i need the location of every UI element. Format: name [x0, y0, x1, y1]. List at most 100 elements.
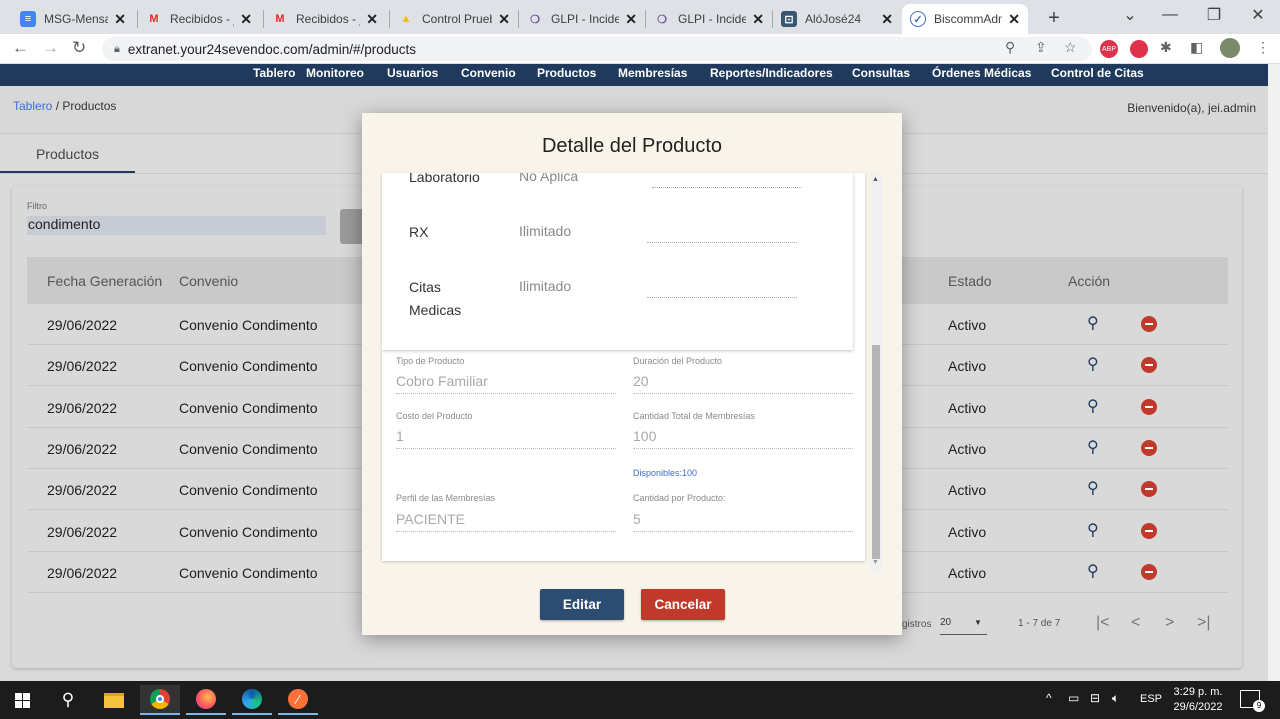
cancel-button[interactable]: Cancelar	[641, 589, 725, 620]
filter-input[interactable]: condimento	[27, 216, 326, 235]
nav-membresias[interactable]: Membresías	[618, 66, 687, 80]
close-icon[interactable]: ✕	[752, 11, 764, 28]
next-page-icon[interactable]: >	[1165, 614, 1174, 632]
nav-usuarios[interactable]: Usuarios	[387, 66, 438, 80]
bookmark-star-icon[interactable]: ☆	[1064, 39, 1077, 56]
app-icon[interactable]: ⁄	[278, 685, 318, 715]
nav-reportes[interactable]: Reportes/Indicadores	[710, 66, 833, 80]
battery-icon[interactable]: ▭	[1068, 691, 1079, 705]
zoom-icon[interactable]: ⚲	[1005, 39, 1015, 56]
browser-tab[interactable]: ▲ Control Prueb ✕	[390, 4, 518, 34]
windows-start-icon[interactable]	[2, 685, 42, 715]
avatar[interactable]	[1220, 38, 1240, 58]
cell-estado: Activo	[948, 400, 987, 416]
share-icon[interactable]: ⇪	[1035, 39, 1047, 56]
service-input[interactable]	[647, 242, 797, 243]
clock[interactable]: 3:29 p. m. 29/6/2022	[1168, 685, 1228, 715]
browser-tab[interactable]: M Recibidos - je✕	[264, 4, 386, 34]
extension-icon[interactable]	[1130, 40, 1148, 58]
delete-icon[interactable]	[1141, 564, 1157, 580]
first-page-icon[interactable]: |<	[1096, 614, 1110, 632]
costo-field[interactable]: 1	[396, 428, 616, 449]
forward-icon[interactable]: →	[42, 38, 59, 58]
header-estado[interactable]: Estado	[948, 273, 992, 289]
service-input[interactable]	[652, 187, 802, 188]
page-scrollbar[interactable]	[1268, 64, 1280, 681]
puzzle-icon[interactable]: ✱	[1160, 39, 1172, 56]
close-icon[interactable]: ✕	[1008, 11, 1020, 28]
tab-productos[interactable]: Productos	[0, 134, 135, 173]
delete-icon[interactable]	[1141, 399, 1157, 415]
notification-icon[interactable]: 9	[1240, 690, 1265, 712]
close-icon[interactable]: ✕	[366, 11, 378, 28]
browser-tab[interactable]: M Recibidos - je✕	[138, 4, 260, 34]
language-indicator[interactable]: ESP	[1140, 693, 1162, 705]
volume-icon[interactable]: 🔈︎	[1112, 691, 1119, 706]
reload-icon[interactable]: ↻	[72, 38, 86, 58]
cantidad-total-field[interactable]: 100	[633, 428, 853, 449]
edit-button[interactable]: Editar	[540, 589, 624, 620]
cantidad-producto-field[interactable]: 5	[633, 511, 853, 532]
prev-page-icon[interactable]: <	[1131, 614, 1140, 632]
view-search-icon[interactable]: ⚲	[1087, 520, 1099, 540]
maximize-button[interactable]: ❐	[1192, 0, 1236, 30]
adblock-icon[interactable]: ABP	[1100, 40, 1118, 58]
close-icon[interactable]: ✕	[114, 11, 126, 28]
view-search-icon[interactable]: ⚲	[1087, 478, 1099, 498]
page-size-select[interactable]: 20 ▼	[940, 617, 987, 635]
nav-convenio[interactable]: Convenio	[461, 66, 516, 80]
close-icon[interactable]: ✕	[881, 11, 893, 28]
header-convenio[interactable]: Convenio	[179, 273, 238, 289]
nav-control-citas[interactable]: Control de Citas	[1051, 66, 1144, 80]
close-icon[interactable]: ✕	[240, 11, 252, 28]
view-search-icon[interactable]: ⚲	[1087, 354, 1099, 374]
new-tab-button[interactable]: +	[1040, 4, 1068, 32]
search-icon[interactable]: ⚲	[48, 685, 88, 715]
tray-chevron-icon[interactable]: ^	[1046, 691, 1052, 705]
scroll-down-icon[interactable]: ▼	[872, 559, 879, 566]
menu-kebab-icon[interactable]: ⋮	[1256, 39, 1270, 56]
nav-monitoreo[interactable]: Monitoreo	[306, 66, 364, 80]
nav-consultas[interactable]: Consultas	[852, 66, 910, 80]
close-window-button[interactable]: ✕	[1236, 0, 1280, 30]
scroll-up-icon[interactable]: ▲	[872, 176, 879, 183]
back-icon[interactable]: ←	[12, 38, 29, 58]
browser-tab[interactable]: ❍ GLPI - Inciden✕	[646, 4, 772, 34]
browser-tab[interactable]: ❍ GLPI - Inciden✕	[519, 4, 645, 34]
breadcrumb-home-link[interactable]: Tablero	[13, 99, 52, 113]
view-search-icon[interactable]: ⚲	[1087, 561, 1099, 581]
tipo-producto-field[interactable]: Cobro Familiar	[396, 373, 616, 394]
duracion-field[interactable]: 20	[633, 373, 853, 394]
browser-tab[interactable]: ⊡ AlóJosé24 ✕	[773, 4, 901, 34]
minimize-button[interactable]: —	[1148, 0, 1192, 30]
nav-productos[interactable]: Productos	[537, 66, 596, 80]
perfil-field[interactable]: PACIENTE	[396, 511, 616, 532]
network-icon[interactable]: ⊟	[1090, 691, 1100, 705]
browser-tab[interactable]: ≡ MSG-Mensaje✕	[12, 4, 134, 34]
delete-icon[interactable]	[1141, 440, 1157, 456]
nav-ordenes-medicas[interactable]: Órdenes Médicas	[932, 66, 1031, 80]
service-input[interactable]	[647, 297, 797, 298]
welcome-text: Bienvenido(a), jei.admin	[1127, 101, 1256, 115]
file-explorer-icon[interactable]	[94, 685, 134, 715]
last-page-icon[interactable]: >|	[1197, 614, 1211, 632]
nav-tablero[interactable]: Tablero	[253, 66, 295, 80]
chrome-icon[interactable]	[140, 685, 180, 715]
view-search-icon[interactable]: ⚲	[1087, 437, 1099, 457]
firefox-icon[interactable]	[186, 685, 226, 715]
view-search-icon[interactable]: ⚲	[1087, 313, 1099, 333]
view-search-icon[interactable]: ⚲	[1087, 396, 1099, 416]
close-icon[interactable]: ✕	[498, 11, 510, 28]
delete-icon[interactable]	[1141, 481, 1157, 497]
edge-icon[interactable]	[232, 685, 272, 715]
sidepanel-icon[interactable]: ◧	[1190, 39, 1203, 56]
delete-icon[interactable]	[1141, 316, 1157, 332]
dialog-scroll-thumb[interactable]	[872, 345, 880, 559]
delete-icon[interactable]	[1141, 357, 1157, 373]
browser-tab-active[interactable]: ✓ BiscommAdmi✕	[902, 4, 1028, 34]
tab-search-icon[interactable]: ⌄	[1108, 0, 1152, 30]
close-icon[interactable]: ✕	[625, 11, 637, 28]
delete-icon[interactable]	[1141, 523, 1157, 539]
header-fecha[interactable]: Fecha Generación	[47, 273, 162, 289]
address-bar[interactable]: 🔒︎ extranet.your24sevendoc.com/admin/#/p…	[102, 37, 1092, 61]
